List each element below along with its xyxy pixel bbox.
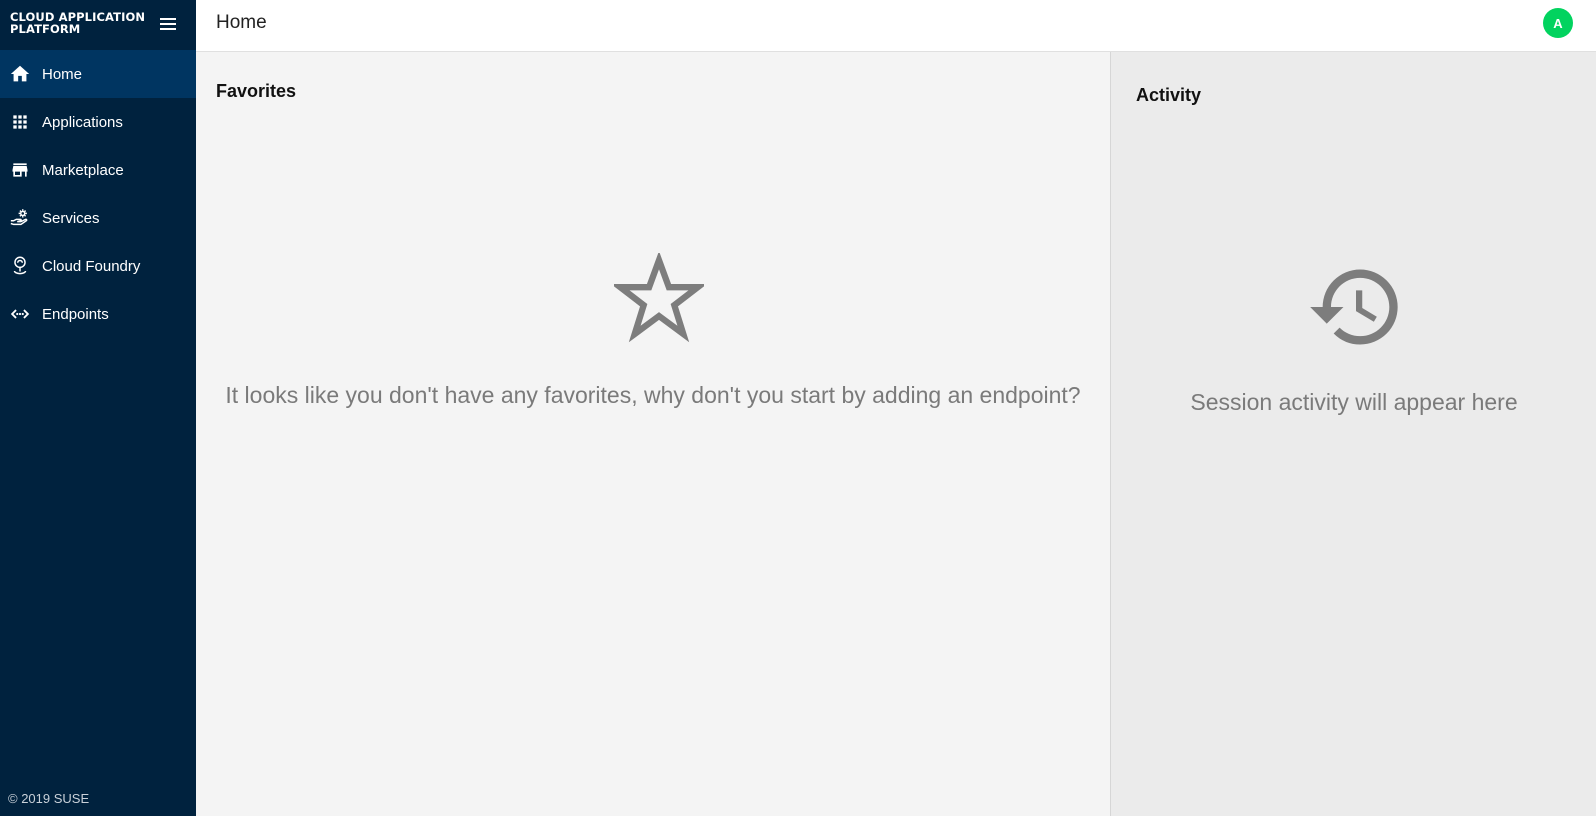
user-avatar[interactable]: A: [1543, 8, 1573, 38]
service-hand-gear-icon: [9, 207, 31, 229]
sidebar-item-endpoints[interactable]: Endpoints: [0, 290, 196, 338]
sidebar-item-marketplace[interactable]: Marketplace: [0, 146, 196, 194]
sidebar-item-label: Home: [42, 65, 83, 83]
sidebar-item-cloud-foundry[interactable]: Cloud Foundry: [0, 242, 196, 290]
cloud-foundry-icon: [9, 255, 31, 277]
history-icon: [1310, 269, 1398, 345]
brand: CLOUD APPLICATION PLATFORM: [0, 0, 196, 50]
apps-grid-icon: [9, 111, 31, 133]
home-icon: [9, 63, 31, 85]
menu-toggle-button[interactable]: [157, 14, 179, 34]
sidebar-item-label: Endpoints: [42, 305, 109, 323]
brand-title: CLOUD APPLICATION PLATFORM: [10, 10, 146, 36]
favorites-empty-message: It looks like you don't have any favorit…: [225, 382, 1081, 408]
page-title: Home: [216, 12, 267, 33]
activity-title: Activity: [1136, 85, 1202, 105]
sidebar-item-services[interactable]: Services: [0, 194, 196, 242]
top-bar: Home A: [196, 0, 1596, 52]
sidebar-item-label: Cloud Foundry: [42, 257, 141, 275]
sidebar: CLOUD APPLICATION PLATFORM Home Applicat…: [0, 0, 196, 816]
sidebar-item-home[interactable]: Home: [0, 50, 196, 98]
sidebar-item-label: Marketplace: [42, 161, 124, 179]
sidebar-item-applications[interactable]: Applications: [0, 98, 196, 146]
star-outline-icon: [614, 253, 704, 343]
sidebar-nav: Home Applications Marketplace Services C…: [0, 50, 196, 338]
sidebar-item-label: Applications: [42, 113, 123, 131]
hamburger-icon: [160, 18, 176, 30]
store-icon: [9, 159, 31, 181]
activity-panel: Activity Session activity will appear he…: [1110, 52, 1596, 816]
favorites-title: Favorites: [216, 81, 297, 101]
favorites-panel: Favorites It looks like you don't have a…: [196, 52, 1110, 816]
sidebar-item-label: Services: [42, 209, 100, 227]
copyright: © 2019 SUSE: [8, 791, 90, 806]
endpoints-icon: [9, 303, 31, 325]
activity-empty-message: Session activity will appear here: [1190, 389, 1518, 415]
